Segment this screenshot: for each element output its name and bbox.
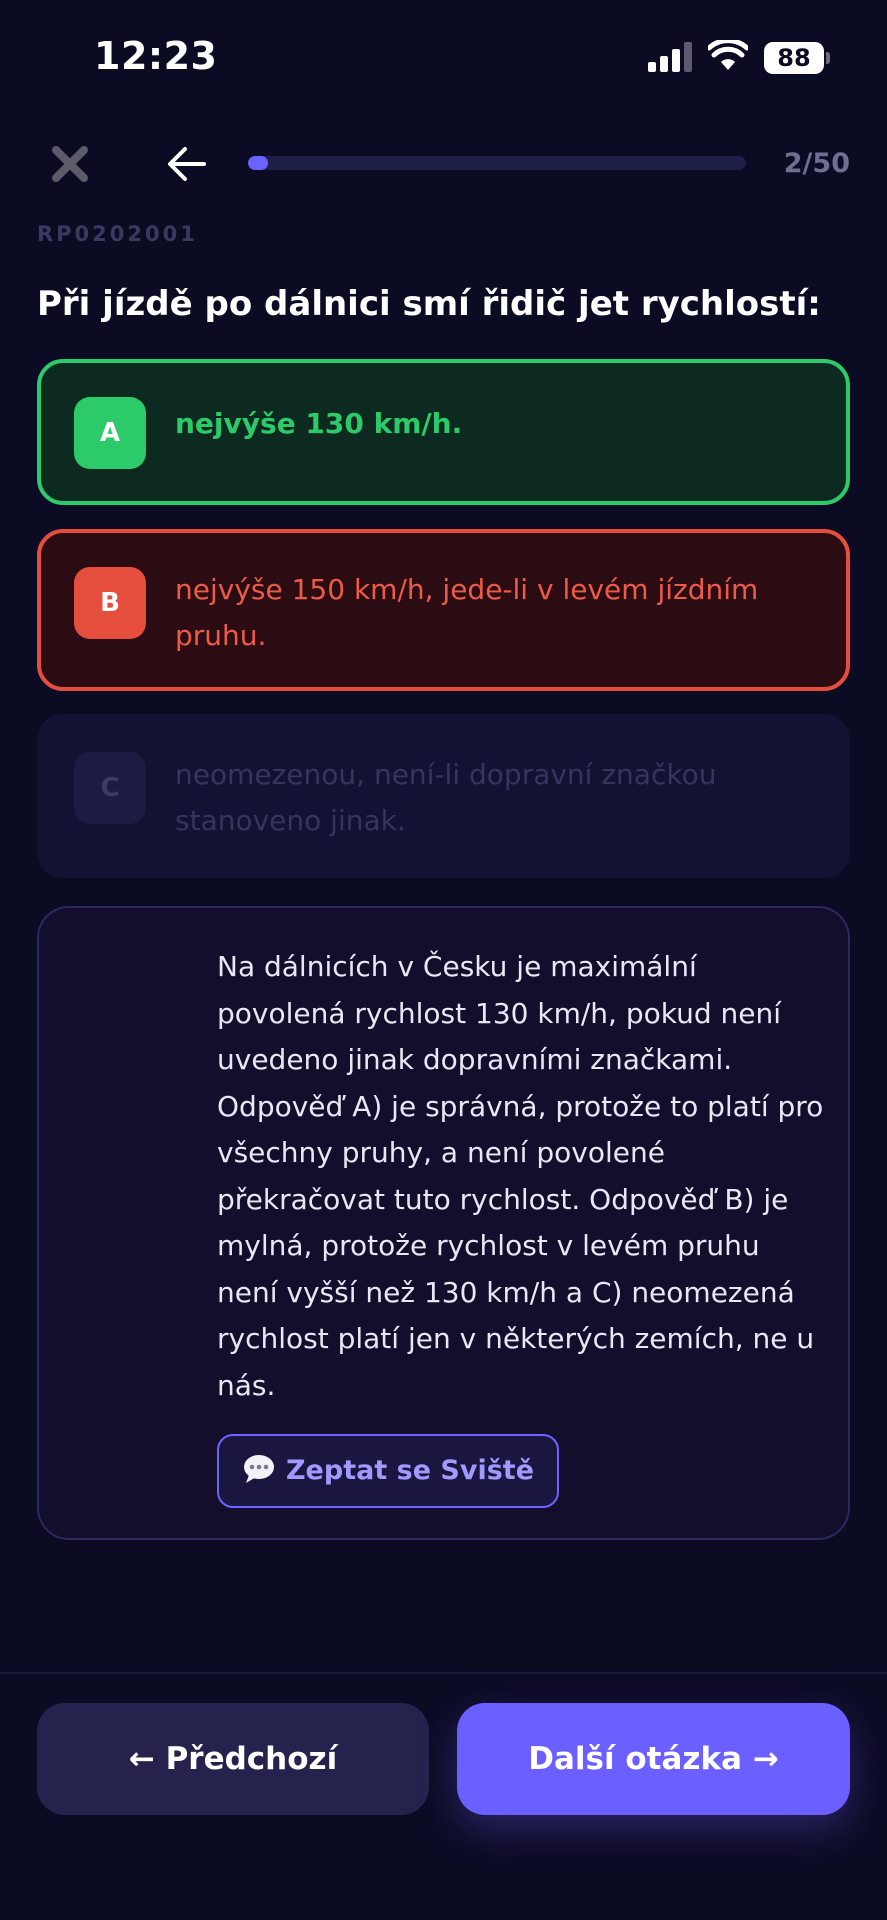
progress-counter: 2/50: [783, 148, 850, 179]
back-arrow-icon[interactable]: [166, 144, 208, 184]
answer-letter-badge: A: [74, 397, 146, 469]
question-code: RP0202001: [37, 222, 198, 246]
next-question-button[interactable]: Další otázka →: [457, 1703, 850, 1815]
battery-indicator: 88: [764, 42, 824, 74]
cellular-signal-icon: [648, 42, 692, 72]
answer-text: neomezenou, není-li dopravní značkou sta…: [175, 758, 717, 837]
quiz-screen: 12:23 88 2/50 RP0202001 Při jízdě po dál…: [0, 0, 887, 1920]
battery-tip: [826, 52, 830, 64]
answer-option-b[interactable]: B nejvýše 150 km/h, jede-li v levém jízd…: [37, 529, 850, 691]
ask-assistant-button[interactable]: Zeptat se Sviště: [217, 1434, 559, 1508]
answer-option-a[interactable]: A nejvýše 130 km/h.: [37, 359, 850, 505]
answer-text: nejvýše 150 km/h, jede-li v levém jízdní…: [175, 573, 759, 652]
answer-text: nejvýše 130 km/h.: [175, 407, 463, 440]
status-time: 12:23: [94, 34, 218, 78]
answer-letter-badge: B: [74, 567, 146, 639]
explanation-text: Na dálnicích v Česku je maximální povole…: [217, 950, 824, 1402]
wifi-icon: [708, 40, 748, 70]
explanation-card: Na dálnicích v Česku je maximální povole…: [37, 906, 850, 1540]
footer-divider: [0, 1672, 887, 1674]
speech-bubble-icon: [243, 1454, 274, 1483]
ask-assistant-label: Zeptat se Sviště: [285, 1455, 535, 1486]
question-text: Při jízdě po dálnici smí řidič jet rychl…: [37, 284, 821, 324]
answer-letter-badge: C: [74, 752, 146, 824]
progress-bar: [248, 156, 746, 170]
close-icon[interactable]: [48, 142, 92, 186]
progress-bar-fill: [248, 156, 268, 170]
previous-question-button[interactable]: ← Předchozí: [37, 1703, 429, 1815]
answer-option-c[interactable]: C neomezenou, není-li dopravní značkou s…: [37, 714, 850, 878]
